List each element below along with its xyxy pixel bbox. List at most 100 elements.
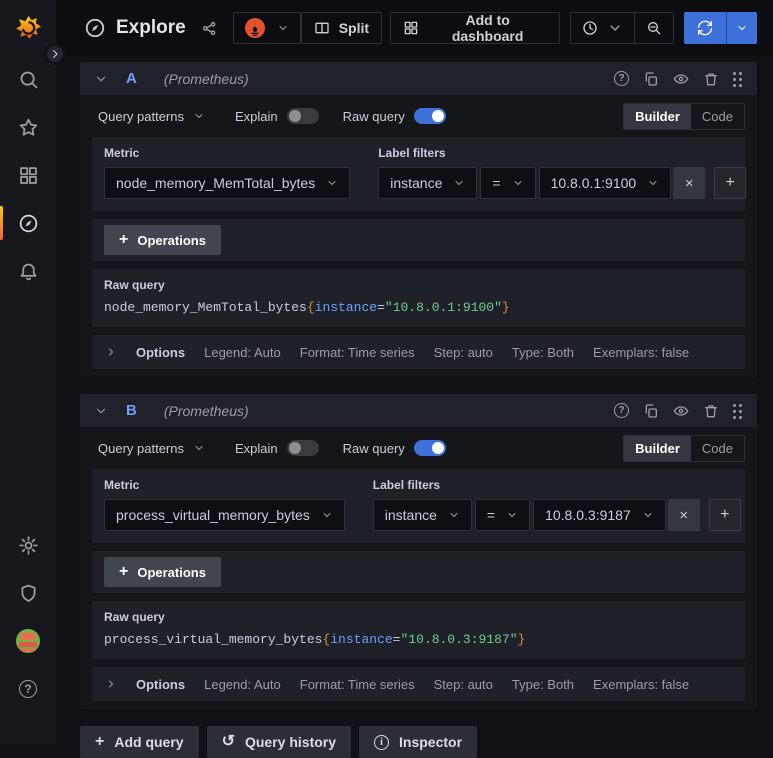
query-ref-id[interactable]: B bbox=[126, 402, 137, 419]
chevron-down-icon bbox=[738, 26, 746, 30]
chevron-down-icon bbox=[195, 114, 203, 118]
query-history-button[interactable]: ↺ Query history bbox=[206, 726, 352, 758]
code-mode-option[interactable]: Code bbox=[691, 436, 744, 461]
operations-label: Operations bbox=[137, 564, 206, 580]
sidebar-item-configuration[interactable] bbox=[0, 533, 56, 557]
grafana-logo-icon[interactable] bbox=[15, 15, 42, 42]
explore-content: A (Prometheus) ? Query patterns Explain bbox=[80, 62, 757, 758]
options-exemplars: Exemplars: false bbox=[593, 344, 690, 360]
sidebar-item-server-admin[interactable] bbox=[0, 581, 56, 605]
filter-value-select[interactable]: 10.8.0.1:9100 bbox=[538, 167, 672, 199]
query-options-collapsed[interactable]: Options Legend: Auto Format: Time series… bbox=[92, 667, 745, 701]
filter-label-value: instance bbox=[384, 507, 437, 523]
metric-field-label: Metric bbox=[104, 478, 140, 492]
datasource-picker[interactable] bbox=[232, 12, 301, 44]
collapse-chevron-icon[interactable] bbox=[94, 72, 108, 86]
page-title: Explore bbox=[116, 17, 186, 38]
disable-query-eye-icon[interactable] bbox=[673, 403, 689, 419]
code-metric: process_virtual_memory_bytes bbox=[104, 632, 323, 647]
query-help-icon[interactable]: ? bbox=[614, 71, 629, 86]
remove-query-trash-icon[interactable] bbox=[703, 403, 719, 419]
explore-footer-actions: + Add query ↺ Query history i Inspector bbox=[80, 726, 757, 758]
disable-query-eye-icon[interactable] bbox=[673, 71, 689, 87]
add-operation-button[interactable]: + Operations bbox=[104, 225, 221, 255]
remove-filter-button[interactable]: × bbox=[667, 499, 700, 531]
explore-title-group: Explore bbox=[84, 17, 218, 39]
time-range-picker[interactable] bbox=[571, 13, 634, 43]
bell-icon bbox=[20, 263, 36, 280]
explain-toggle[interactable] bbox=[286, 440, 319, 456]
operations-row: + Operations bbox=[92, 219, 745, 261]
drag-handle-icon[interactable] bbox=[733, 71, 743, 87]
plus-icon: + bbox=[119, 563, 129, 580]
filter-operator-select[interactable]: = bbox=[474, 499, 531, 531]
chevron-down-icon bbox=[649, 181, 657, 185]
run-query-button-group bbox=[684, 12, 757, 44]
query-datasource-hint: (Prometheus) bbox=[163, 70, 249, 87]
metric-select[interactable]: node_memory_MemTotal_bytes bbox=[104, 167, 351, 199]
options-step: Step: auto bbox=[433, 676, 493, 692]
sidebar-item-profile[interactable] bbox=[0, 629, 56, 653]
builder-mode-option[interactable]: Builder bbox=[624, 435, 691, 461]
sidebar-item-help[interactable]: ? bbox=[0, 677, 56, 701]
history-icon: ↺ bbox=[221, 733, 235, 750]
raw-query-toggle-pair: Raw query bbox=[343, 108, 446, 124]
gear-icon bbox=[18, 535, 38, 555]
chevron-down-icon bbox=[644, 513, 652, 517]
collapse-chevron-icon[interactable] bbox=[94, 404, 108, 418]
chevron-right-icon bbox=[109, 680, 113, 688]
sidebar-item-alerting[interactable] bbox=[0, 259, 56, 283]
query-patterns-dropdown[interactable]: Query patterns bbox=[92, 109, 211, 124]
zoom-out-time-button[interactable] bbox=[634, 13, 673, 43]
add-query-button[interactable]: + Add query bbox=[80, 726, 199, 758]
filter-label-value: instance bbox=[390, 175, 443, 191]
code-equals: = bbox=[377, 300, 385, 315]
share-link-icon[interactable] bbox=[201, 20, 218, 37]
sidebar-item-explore[interactable] bbox=[0, 206, 56, 240]
add-to-dashboard-button[interactable]: Add to dashboard bbox=[390, 12, 561, 44]
drag-handle-icon[interactable] bbox=[733, 403, 743, 419]
query-help-icon[interactable]: ? bbox=[614, 403, 629, 418]
add-filter-button[interactable]: + bbox=[708, 499, 741, 531]
query-editor-row-a: A (Prometheus) ? Query patterns Explain bbox=[80, 62, 757, 377]
add-filter-button[interactable]: + bbox=[714, 167, 747, 199]
split-button[interactable]: Split bbox=[300, 12, 383, 44]
remove-filter-button[interactable]: × bbox=[673, 167, 706, 199]
filter-label-select[interactable]: instance bbox=[372, 499, 472, 531]
query-patterns-dropdown[interactable]: Query patterns bbox=[92, 441, 211, 456]
sidebar-item-search[interactable] bbox=[0, 67, 56, 91]
sidebar-expand-button[interactable] bbox=[44, 43, 66, 65]
chevron-down-icon bbox=[195, 446, 203, 450]
query-b-toolbar: Query patterns Explain Raw query Builder… bbox=[92, 427, 745, 469]
explain-toggle[interactable] bbox=[286, 108, 319, 124]
filter-label-select[interactable]: instance bbox=[378, 167, 478, 199]
remove-query-trash-icon[interactable] bbox=[703, 71, 719, 87]
code-mode-option[interactable]: Code bbox=[691, 104, 744, 129]
plus-icon: + bbox=[95, 733, 105, 750]
run-query-button[interactable] bbox=[684, 12, 726, 44]
shield-icon bbox=[21, 584, 35, 602]
explain-label: Explain bbox=[235, 108, 278, 124]
duplicate-query-icon[interactable] bbox=[643, 71, 659, 87]
query-a-toolbar: Query patterns Explain Raw query Builder… bbox=[92, 95, 745, 137]
raw-query-toggle[interactable] bbox=[413, 108, 446, 124]
run-query-interval-dropdown[interactable] bbox=[726, 12, 757, 44]
filter-value-select[interactable]: 10.8.0.3:9187 bbox=[533, 499, 666, 531]
filter-operator-select[interactable]: = bbox=[480, 167, 536, 199]
raw-query-toggle[interactable] bbox=[413, 440, 446, 456]
star-icon bbox=[19, 118, 37, 136]
inspector-button[interactable]: i Inspector bbox=[359, 726, 478, 758]
query-ref-id[interactable]: A bbox=[126, 70, 137, 87]
add-operation-button[interactable]: + Operations bbox=[104, 557, 221, 587]
query-options-collapsed[interactable]: Options Legend: Auto Format: Time series… bbox=[92, 335, 745, 369]
metric-select[interactable]: process_virtual_memory_bytes bbox=[104, 499, 345, 531]
code-string-value: "10.8.0.3:9187" bbox=[400, 632, 518, 647]
query-b-body: Query patterns Explain Raw query Builder… bbox=[80, 427, 757, 709]
sidebar-item-starred[interactable] bbox=[0, 115, 56, 139]
builder-mode-option[interactable]: Builder bbox=[624, 103, 691, 129]
code-close-brace: } bbox=[501, 300, 510, 315]
sidebar-item-dashboards[interactable] bbox=[0, 163, 56, 187]
metric-labels-editor: Metric process_virtual_memory_bytes Labe… bbox=[92, 469, 745, 543]
metric-labels-editor: Metric node_memory_MemTotal_bytes Label … bbox=[92, 137, 747, 211]
duplicate-query-icon[interactable] bbox=[643, 403, 659, 419]
